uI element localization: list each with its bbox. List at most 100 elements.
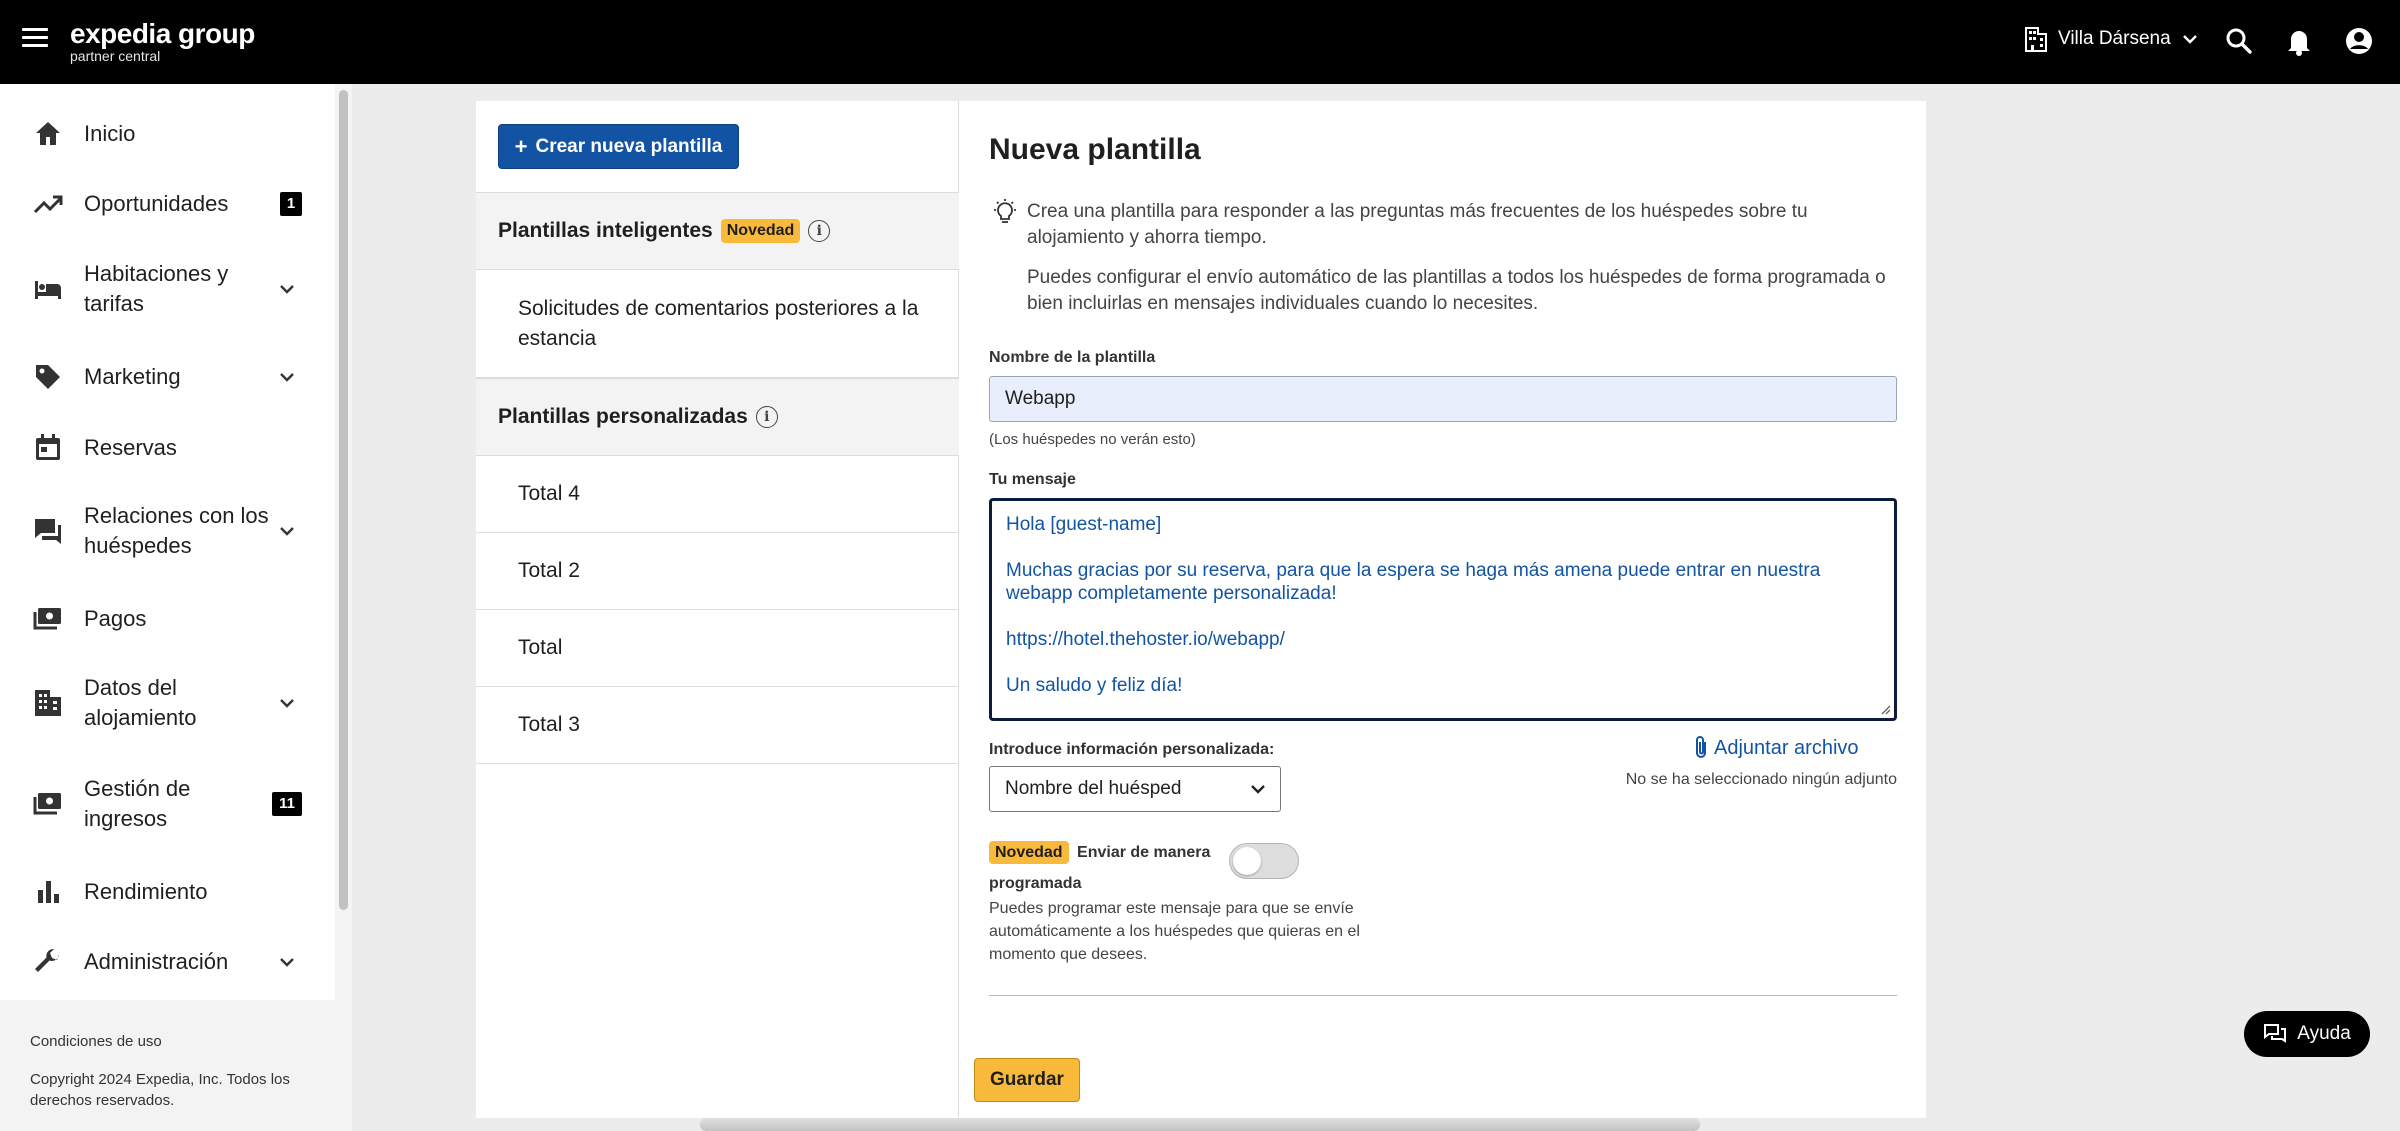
attach-file-label: Adjuntar archivo	[1714, 736, 1859, 759]
template-name-input[interactable]	[989, 376, 1897, 422]
template-item-label: Solicitudes de comentarios posteriores a…	[518, 296, 919, 350]
property-selector[interactable]: Villa Dársena	[2024, 26, 2199, 52]
bed-icon	[35, 281, 61, 299]
message-line: Un saludo y feliz día!	[1006, 675, 1183, 696]
terms-link[interactable]: Condiciones de uso	[30, 1033, 162, 1050]
resize-handle-icon[interactable]	[1879, 703, 1891, 715]
wrench-icon	[35, 948, 59, 972]
brand-subtitle: partner central	[70, 48, 161, 64]
notification-badge: 11	[272, 792, 302, 816]
sidebar-item-administracion[interactable]: Administración	[0, 942, 335, 982]
plus-icon: +	[514, 133, 528, 159]
info-icon[interactable]: i	[755, 406, 778, 428]
chat-icon	[35, 519, 61, 544]
toggle-knob	[1233, 847, 1261, 875]
template-item-label: Total	[518, 636, 563, 659]
smart-templates-heading: Plantillas inteligentes Novedad i	[476, 192, 959, 270]
chevron-down-icon	[280, 285, 294, 294]
template-item[interactable]: Total 2	[476, 533, 959, 610]
sidebar-item-label: Rendimiento	[84, 879, 208, 904]
sidebar-item-pagos[interactable]: Pagos	[0, 599, 335, 639]
template-item[interactable]: Total	[476, 610, 959, 687]
template-item[interactable]: Total 3	[476, 687, 959, 764]
account-icon[interactable]	[2342, 24, 2376, 58]
lightbulb-icon	[994, 199, 1016, 223]
templates-panel: + Crear nueva plantilla Plantillas intel…	[476, 101, 1926, 1118]
schedule-toggle[interactable]	[1229, 843, 1299, 879]
sidebar-item-marketing[interactable]: Marketing	[0, 357, 335, 397]
sidebar-item-habitaciones[interactable]: Habitaciones y tarifas	[0, 259, 335, 319]
message-line: Muchas gracias por su reserva, para que …	[1006, 560, 1821, 604]
sidebar-item-label: Marketing	[84, 364, 181, 389]
message-blank-line	[1006, 651, 1880, 674]
sidebar-item-oportunidades[interactable]: Oportunidades 1	[0, 184, 335, 224]
sidebar-item-label: Reservas	[84, 435, 177, 460]
sidebar-item-label: Inicio	[84, 121, 136, 146]
scrollbar-thumb[interactable]	[339, 90, 348, 910]
chevron-down-icon	[280, 699, 294, 708]
sidebar-item-rendimiento[interactable]: Rendimiento	[0, 872, 335, 912]
create-template-label: Crear nueva plantilla	[535, 135, 723, 157]
sidebar-item-reservas[interactable]: Reservas	[0, 428, 335, 468]
bottom-shadow	[700, 1118, 1700, 1131]
sidebar-item-inicio[interactable]: Inicio	[0, 114, 335, 154]
sidebar-nav: Inicio Oportunidades 1 Habitaciones y ta…	[0, 84, 335, 1000]
payments-icon	[33, 608, 61, 630]
template-item-label: Total 4	[518, 482, 580, 505]
new-badge: Novedad	[989, 841, 1069, 864]
template-item-label: Total 2	[518, 559, 580, 582]
custom-info-label: Introduce información personalizada:	[989, 741, 1275, 758]
brand-logo[interactable]: expedia group partner central	[70, 18, 255, 64]
divider	[989, 995, 1897, 996]
sidebar-scrollbar[interactable]	[335, 84, 352, 1000]
chevron-down-icon	[2182, 35, 2197, 44]
template-item[interactable]: Solicitudes de comentarios posteriores a…	[476, 270, 959, 378]
section-title: Plantillas personalizadas	[498, 405, 748, 428]
create-template-button[interactable]: + Crear nueva plantilla	[498, 124, 739, 169]
info-icon[interactable]: i	[808, 220, 831, 242]
help-chat-icon	[2264, 1024, 2287, 1043]
template-item-label: Total 3	[518, 713, 580, 736]
message-blank-line	[1006, 605, 1880, 628]
message-textarea[interactable]: Hola [guest-name] Muchas gracias por su …	[989, 498, 1897, 721]
attach-file-link[interactable]: Adjuntar archivo	[1692, 735, 1859, 761]
search-icon[interactable]	[2222, 24, 2256, 58]
chevron-down-icon	[280, 527, 294, 536]
sidebar-item-datos-alojamiento[interactable]: Datos del alojamiento	[0, 673, 335, 733]
sidebar-item-label: Datos del alojamiento	[84, 675, 197, 730]
chevron-down-icon	[280, 958, 294, 967]
top-bar: expedia group partner central Villa Dárs…	[0, 0, 2400, 84]
tip-text: Puedes configurar el envío automático de…	[1027, 267, 1886, 314]
home-icon	[36, 122, 60, 145]
trending-up-icon	[33, 195, 63, 214]
name-hint: (Los huéspedes no verán esto)	[989, 431, 1196, 448]
schedule-description: Puedes programar este mensaje para que s…	[989, 900, 1360, 963]
sidebar-item-label: Habitaciones y tarifas	[84, 261, 229, 316]
chevron-down-icon	[1251, 785, 1265, 794]
menu-icon[interactable]	[22, 28, 48, 50]
template-item[interactable]: Total 4	[476, 456, 959, 533]
form-title: Nueva plantilla	[989, 133, 1201, 166]
name-label: Nombre de la plantilla	[989, 349, 1156, 366]
new-badge: Novedad	[720, 219, 801, 243]
sidebar-item-gestion-ingresos[interactable]: Gestión de ingresos 11	[0, 774, 335, 834]
copyright-text: Copyright 2024 Expedia, Inc. Todos los d…	[30, 1071, 290, 1109]
custom-info-select[interactable]: Nombre del huésped	[989, 766, 1281, 812]
save-button[interactable]: Guardar	[974, 1058, 1080, 1102]
no-attachment-text: No se ha seleccionado ningún adjunto	[1625, 771, 1897, 788]
sidebar-item-label: Oportunidades	[84, 191, 229, 216]
sidebar-item-label: Pagos	[84, 606, 147, 631]
calendar-icon	[36, 434, 60, 460]
notification-badge: 1	[280, 192, 302, 216]
custom-info-value: Nombre del huésped	[1005, 778, 1182, 799]
help-button[interactable]: Ayuda	[2244, 1011, 2370, 1057]
sidebar-footer	[0, 1000, 352, 1131]
revenue-icon	[33, 793, 61, 815]
bell-icon[interactable]	[2282, 24, 2316, 58]
sidebar-item-relaciones[interactable]: Relaciones con los huéspedes	[0, 501, 335, 561]
property-name: Villa Dársena	[2058, 28, 2171, 49]
paperclip-icon	[1696, 736, 1706, 758]
sidebar-item-label: Gestión de ingresos	[84, 776, 191, 831]
building-icon	[2025, 27, 2047, 52]
schedule-label: Novedad Enviar de manera programada	[989, 837, 1229, 899]
